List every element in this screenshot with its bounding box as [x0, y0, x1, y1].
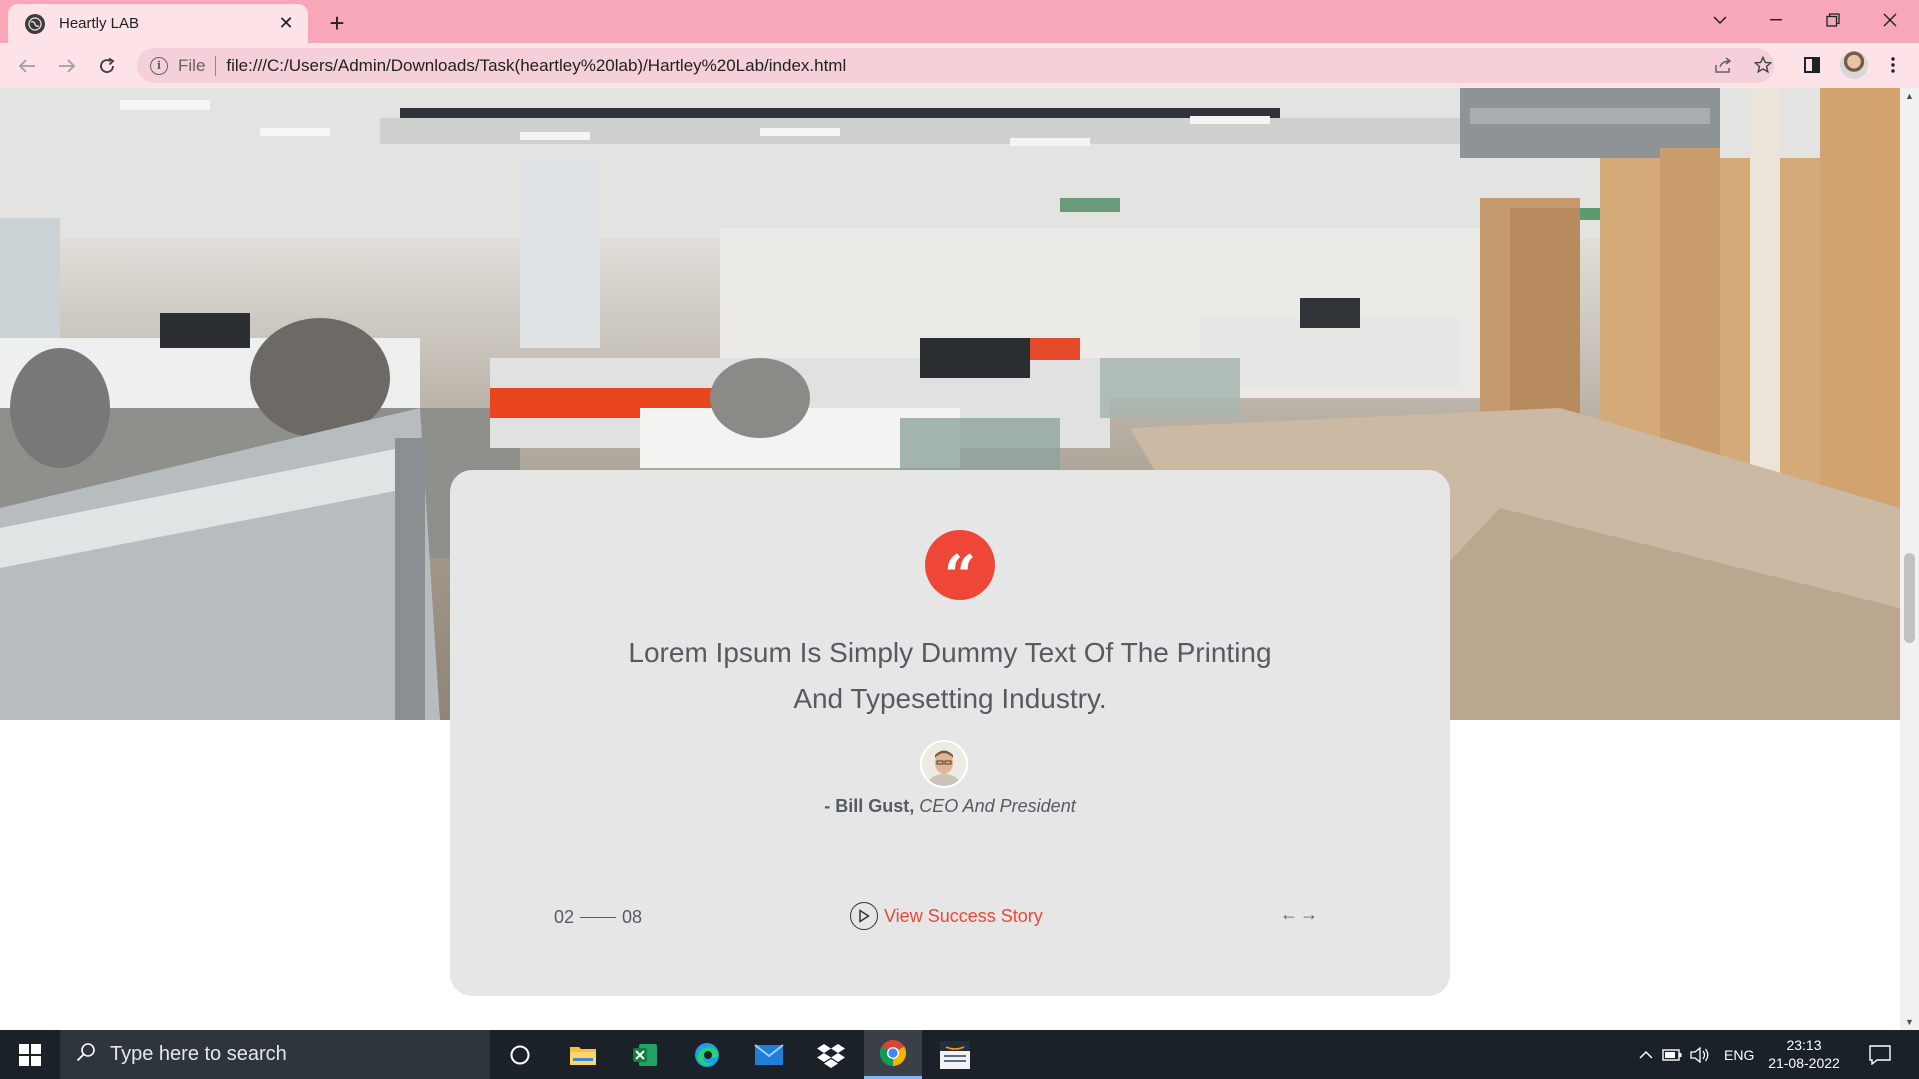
windows-start-button[interactable]	[0, 1030, 60, 1079]
prev-arrow-icon[interactable]: ←	[1280, 904, 1298, 925]
chrome-icon[interactable]	[864, 1030, 922, 1079]
quote-line-1: Lorem Ipsum Is Simply Dummy Text Of The …	[628, 637, 1272, 668]
browser-tab[interactable]: Heartly LAB ✕	[8, 4, 308, 43]
page-scrollbar[interactable]: ▲ ▼	[1900, 88, 1919, 1030]
new-tab-button[interactable]: +	[322, 8, 352, 38]
minimize-button[interactable]	[1748, 0, 1804, 40]
back-arrow-icon[interactable]	[11, 50, 43, 82]
testimonial-card: “ Lorem Ipsum Is Simply Dummy Text Of Th…	[450, 470, 1450, 996]
restore-button[interactable]	[1805, 0, 1861, 40]
clock-date: 21-08-2022	[1768, 1055, 1840, 1071]
slide-counter: 02 08	[554, 907, 642, 928]
system-tray: ENG	[1634, 1030, 1754, 1079]
play-icon[interactable]	[850, 902, 878, 930]
tab-close-icon[interactable]: ✕	[274, 12, 298, 36]
tab-title: Heartly LAB	[59, 15, 140, 32]
quote-line-2: And Typesetting Industry.	[793, 683, 1107, 714]
dropbox-icon[interactable]	[802, 1030, 860, 1079]
edge-icon[interactable]	[678, 1030, 736, 1079]
address-url[interactable]: file:///C:/Users/Admin/Downloads/Task(he…	[226, 56, 846, 76]
slide-current: 02	[554, 907, 575, 927]
taskbar-search-box[interactable]: Type here to search	[60, 1030, 490, 1079]
page-viewport: “ Lorem Ipsum Is Simply Dummy Text Of Th…	[0, 88, 1900, 1030]
share-icon[interactable]	[1708, 50, 1738, 80]
author-name: - Bill Gust,	[824, 796, 915, 816]
clock-time: 23:13	[1786, 1037, 1822, 1053]
chevron-up-icon[interactable]	[1634, 1050, 1658, 1059]
author-avatar	[920, 740, 968, 788]
search-icon	[76, 1042, 96, 1068]
counter-divider	[580, 917, 617, 918]
search-placeholder: Type here to search	[110, 1043, 287, 1065]
file-explorer-icon[interactable]	[554, 1030, 612, 1079]
reload-icon[interactable]	[91, 50, 123, 82]
taskbar-clock[interactable]: 23:13 21-08-2022	[1762, 1036, 1846, 1072]
notification-center-icon[interactable]	[1856, 1030, 1904, 1079]
amazon-icon[interactable]	[926, 1030, 984, 1079]
address-scheme-label: File	[178, 55, 206, 75]
author-role: CEO And President	[919, 796, 1076, 816]
scroll-thumb[interactable]	[1904, 553, 1915, 643]
side-panel-icon[interactable]	[1797, 50, 1827, 80]
scroll-down-arrow-icon[interactable]: ▼	[1900, 1014, 1919, 1030]
scroll-up-arrow-icon[interactable]: ▲	[1900, 88, 1919, 104]
cortana-icon[interactable]	[491, 1030, 549, 1079]
language-indicator[interactable]: ENG	[1724, 1047, 1754, 1063]
quote-icon: “	[925, 530, 995, 604]
profile-avatar[interactable]	[1840, 51, 1868, 79]
browser-toolbar: i File file:///C:/Users/Admin/Downloads/…	[0, 43, 1919, 88]
slide-total: 08	[622, 907, 643, 927]
forward-arrow-icon[interactable]	[51, 50, 83, 82]
address-separator	[215, 55, 217, 76]
view-success-story-label[interactable]: View Success Story	[884, 906, 1043, 927]
mail-icon[interactable]	[740, 1030, 798, 1079]
browser-tab-strip: Heartly LAB ✕ +	[0, 0, 1919, 43]
next-arrow-icon[interactable]: →	[1300, 904, 1318, 925]
volume-icon[interactable]	[1686, 1046, 1714, 1063]
site-info-icon[interactable]: i	[150, 56, 168, 75]
globe-favicon-icon	[25, 13, 45, 34]
more-menu-icon[interactable]	[1878, 50, 1908, 80]
testimonial-quote: Lorem Ipsum Is Simply Dummy Text Of The …	[600, 630, 1300, 722]
author-line: - Bill Gust, CEO And President	[450, 796, 1450, 817]
bookmark-star-icon[interactable]	[1748, 50, 1778, 80]
address-bar[interactable]: i File file:///C:/Users/Admin/Downloads/…	[137, 48, 1774, 83]
tab-search-chevron-icon[interactable]	[1692, 0, 1748, 40]
close-window-button[interactable]	[1862, 0, 1918, 40]
battery-icon[interactable]	[1658, 1048, 1686, 1061]
windows-taskbar: Type here to search ENG 23:13 21-08-2022	[0, 1030, 1919, 1079]
view-success-story-link[interactable]: View Success Story	[850, 902, 1043, 930]
slider-arrows: ← →	[1280, 904, 1318, 925]
excel-icon[interactable]	[616, 1030, 674, 1079]
